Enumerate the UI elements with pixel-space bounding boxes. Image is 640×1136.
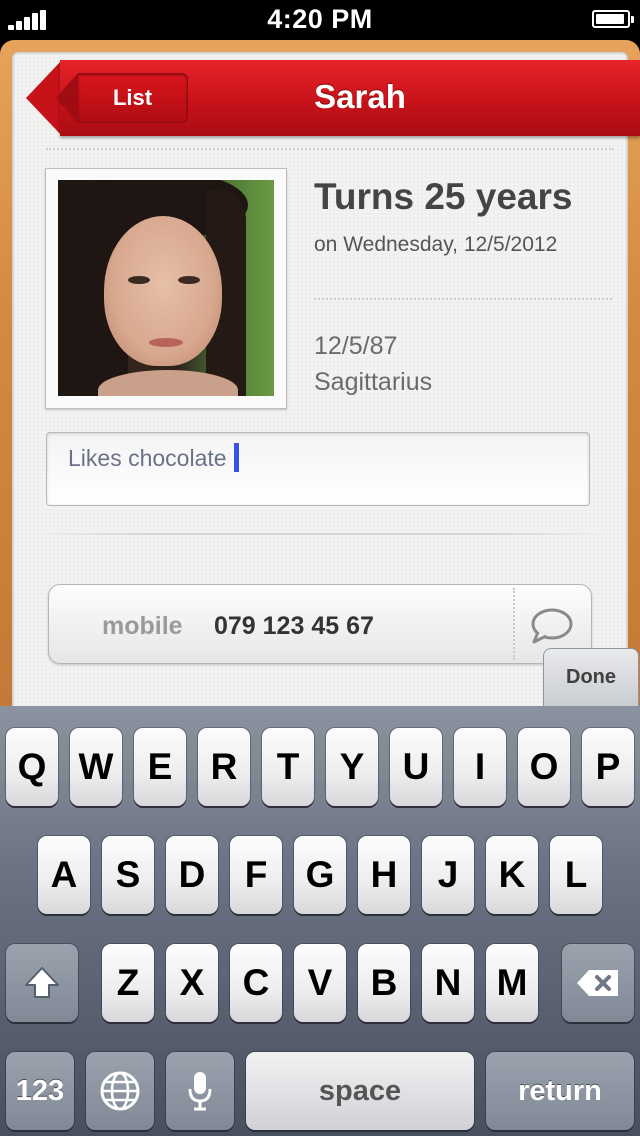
key-k[interactable]: K: [486, 836, 538, 914]
done-button[interactable]: Done: [543, 648, 639, 706]
divider: [314, 298, 612, 300]
divider: [513, 588, 515, 660]
key-z[interactable]: Z: [102, 944, 154, 1022]
globe-icon: [100, 1071, 140, 1111]
status-time: 4:20 PM: [267, 4, 373, 34]
key-n[interactable]: N: [422, 944, 474, 1022]
status-bar: 4:20 PM: [0, 0, 640, 40]
keyboard: Q W E R T Y U I O P A S D F G H J K L Z …: [0, 706, 640, 1136]
battery-icon: [592, 10, 634, 28]
delete-key[interactable]: [562, 944, 634, 1022]
shift-icon: [25, 967, 59, 998]
phone-label: mobile: [102, 612, 183, 640]
message-icon: [531, 608, 573, 644]
return-key[interactable]: return: [486, 1052, 634, 1130]
note-text: Likes chocolate: [68, 445, 227, 471]
divider: [46, 148, 614, 150]
message-button[interactable]: [522, 596, 582, 654]
age-heading: Turns 25 years: [314, 176, 573, 217]
key-b[interactable]: B: [358, 944, 410, 1022]
key-j[interactable]: J: [422, 836, 474, 914]
divider: [30, 533, 610, 535]
back-button-label: List: [78, 73, 188, 123]
key-r[interactable]: R: [198, 728, 250, 806]
dictation-key[interactable]: [166, 1052, 234, 1130]
key-i[interactable]: I: [454, 728, 506, 806]
key-c[interactable]: C: [230, 944, 282, 1022]
text-cursor: [234, 443, 239, 472]
key-e[interactable]: E: [134, 728, 186, 806]
key-f[interactable]: F: [230, 836, 282, 914]
delete-icon: [577, 970, 618, 996]
key-a[interactable]: A: [38, 836, 90, 914]
key-g[interactable]: G: [294, 836, 346, 914]
contact-photo-frame[interactable]: [45, 168, 287, 409]
birthday-date-text: on Wednesday, 12/5/2012: [314, 233, 558, 256]
birth-date: 12/5/87: [314, 332, 398, 360]
key-l[interactable]: L: [550, 836, 602, 914]
back-button[interactable]: List: [56, 73, 188, 123]
numbers-key[interactable]: 123: [6, 1052, 74, 1130]
phone-number[interactable]: 079 123 45 67: [214, 612, 374, 641]
microphone-icon: [188, 1072, 212, 1111]
contact-photo: [58, 180, 274, 396]
globe-key[interactable]: [86, 1052, 154, 1130]
note-field[interactable]: Likes chocolate: [46, 432, 590, 506]
key-d[interactable]: D: [166, 836, 218, 914]
key-h[interactable]: H: [358, 836, 410, 914]
key-u[interactable]: U: [390, 728, 442, 806]
key-v[interactable]: V: [294, 944, 346, 1022]
key-q[interactable]: Q: [6, 728, 58, 806]
shift-key[interactable]: [6, 944, 78, 1022]
key-o[interactable]: O: [518, 728, 570, 806]
key-m[interactable]: M: [486, 944, 538, 1022]
page-title: Sarah: [314, 78, 406, 115]
key-t[interactable]: T: [262, 728, 314, 806]
zodiac-sign: Sagittarius: [314, 368, 433, 396]
key-s[interactable]: S: [102, 836, 154, 914]
key-y[interactable]: Y: [326, 728, 378, 806]
space-key[interactable]: space: [246, 1052, 474, 1130]
key-p[interactable]: P: [582, 728, 634, 806]
key-w[interactable]: W: [70, 728, 122, 806]
key-x[interactable]: X: [166, 944, 218, 1022]
